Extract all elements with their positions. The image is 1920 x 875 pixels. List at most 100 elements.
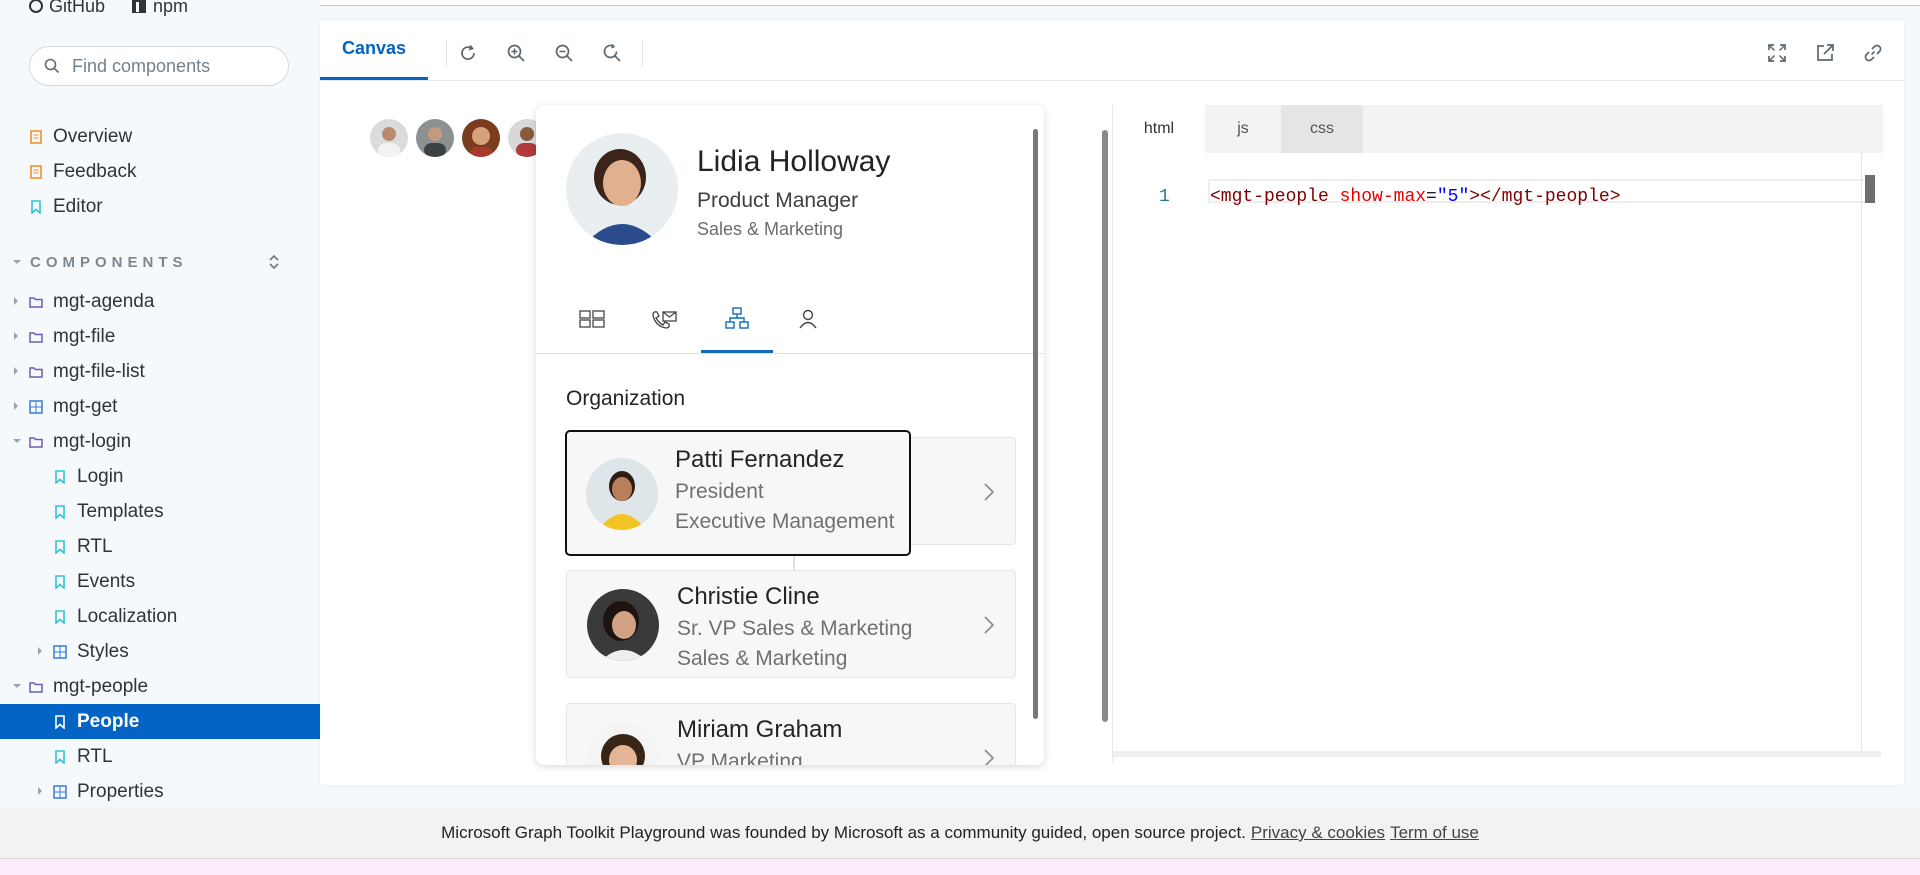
- code-area[interactable]: 1 <mgt-people show-max="5"></mgt-people>: [1113, 153, 1873, 753]
- tree-item-label: People: [77, 710, 140, 732]
- editor-overview-ruler: [1861, 153, 1862, 753]
- tab-profile[interactable]: [772, 285, 844, 353]
- tree-item-label: mgt-agenda: [53, 290, 155, 312]
- editor-horizontal-scrollbar[interactable]: [1113, 751, 1881, 757]
- tab-contact[interactable]: [628, 285, 700, 353]
- remount-button[interactable]: [455, 40, 481, 66]
- code-equals: =: [1426, 187, 1437, 207]
- tree-item-label: Localization: [77, 605, 178, 627]
- copy-link-button[interactable]: [1860, 40, 1886, 66]
- tree-item-templates[interactable]: Templates: [0, 494, 320, 529]
- org-person-title: Sr. VP Sales & Marketing: [677, 617, 913, 640]
- search-box[interactable]: [29, 46, 289, 86]
- fullscreen-button[interactable]: [1764, 40, 1790, 66]
- tree-item-people[interactable]: People: [0, 704, 320, 739]
- org-person-manager[interactable]: Patti Fernandez President Executive Mana…: [565, 430, 911, 556]
- avatar[interactable]: [368, 117, 410, 159]
- person-title: Product Manager: [697, 189, 859, 212]
- sidebar-item-overview[interactable]: Overview: [0, 119, 320, 154]
- bookmark-icon: [55, 504, 65, 519]
- tree-item-rtl-people[interactable]: RTL: [0, 739, 320, 774]
- sidebar-item-editor[interactable]: Editor: [0, 189, 320, 224]
- tree-item-mgt-people[interactable]: mgt-people: [0, 669, 320, 704]
- avatar[interactable]: [460, 117, 502, 159]
- github-link[interactable]: GitHub: [29, 0, 105, 16]
- tab-overview[interactable]: [556, 285, 628, 353]
- folder-icon: [29, 436, 43, 448]
- org-person-name: Christie Cline: [677, 583, 820, 610]
- splitter-handle[interactable]: [1102, 130, 1108, 722]
- card-scrollbar[interactable]: [1033, 129, 1038, 719]
- tree-item-label: Properties: [77, 780, 164, 802]
- tree-item-localization[interactable]: Localization: [0, 599, 320, 634]
- code-attribute: show-max: [1328, 187, 1427, 207]
- person-icon: [799, 309, 817, 329]
- code-line[interactable]: <mgt-people show-max="5"></mgt-people>: [1210, 187, 1621, 207]
- preview-canvas: Lidia Holloway Product Manager Sales & M…: [320, 101, 1110, 765]
- org-person-title: President: [675, 480, 764, 503]
- document-icon: [30, 129, 42, 144]
- tab-css[interactable]: css: [1281, 105, 1363, 153]
- zoom-in-icon: [507, 44, 525, 62]
- tab-canvas[interactable]: Canvas: [320, 20, 428, 80]
- tab-js[interactable]: js: [1207, 105, 1279, 153]
- zoom-out-icon: [555, 44, 573, 62]
- sidebar: GitHub npm Overview Feedback Editor COMP…: [0, 0, 320, 808]
- bookmark-icon: [55, 714, 65, 729]
- avatar[interactable]: [414, 117, 456, 159]
- zoom-reset-button[interactable]: [599, 40, 625, 66]
- tree-item-label: mgt-login: [53, 430, 132, 452]
- tree-item-label: Templates: [77, 500, 164, 522]
- zoom-in-button[interactable]: [503, 40, 529, 66]
- tree-item-label: RTL: [77, 745, 113, 767]
- bookmark-icon: [55, 574, 65, 589]
- tree-item-mgt-agenda[interactable]: mgt-agenda: [0, 284, 320, 319]
- refresh-icon: [461, 44, 475, 60]
- tree-item-styles[interactable]: Styles: [0, 634, 320, 669]
- tree-item-label: RTL: [77, 535, 113, 557]
- npm-link[interactable]: npm: [131, 0, 188, 16]
- tab-organization[interactable]: [701, 285, 773, 353]
- org-person-row[interactable]: Christie Cline Sr. VP Sales & Marketing …: [566, 570, 1016, 678]
- tree-item-mgt-login[interactable]: mgt-login: [0, 424, 320, 459]
- tree-item-label: Events: [77, 570, 136, 592]
- bookmark-icon: [55, 469, 65, 484]
- zoom-out-button[interactable]: [551, 40, 577, 66]
- tree-item-rtl[interactable]: RTL: [0, 529, 320, 564]
- tree-item-properties[interactable]: Properties: [0, 774, 320, 808]
- search-icon: [44, 58, 60, 74]
- chevron-right-icon: [38, 647, 42, 655]
- chevron-down-icon: [13, 260, 21, 264]
- tree-item-mgt-get[interactable]: mgt-get: [0, 389, 320, 424]
- tree-item-login[interactable]: Login: [0, 459, 320, 494]
- overview-icon: [579, 310, 605, 328]
- people-avatars[interactable]: [368, 117, 552, 159]
- org-person-row[interactable]: Miriam Graham VP Marketing: [566, 703, 1016, 765]
- open-new-tab-button[interactable]: [1812, 40, 1838, 66]
- tree-item-mgt-file[interactable]: mgt-file: [0, 319, 320, 354]
- tree-item-label: Login: [77, 465, 124, 487]
- tab-html[interactable]: html: [1113, 105, 1205, 153]
- search-input[interactable]: [70, 54, 274, 78]
- privacy-link[interactable]: Privacy & cookies: [1251, 823, 1385, 843]
- external-link-icon: [1817, 44, 1834, 61]
- toolbar-divider: [642, 40, 643, 66]
- top-links: GitHub npm: [29, 0, 188, 16]
- terms-link[interactable]: Term of use: [1390, 823, 1479, 843]
- bookmark-icon: [55, 609, 65, 624]
- tree-item-events[interactable]: Events: [0, 564, 320, 599]
- taskbar-strip: [0, 858, 1920, 875]
- tree-item-label: mgt-file: [53, 325, 116, 347]
- component-icon: [53, 644, 67, 659]
- sidebar-item-feedback[interactable]: Feedback: [0, 154, 320, 189]
- sidebar-item-label: Editor: [53, 195, 103, 217]
- person-card: Lidia Holloway Product Manager Sales & M…: [536, 105, 1044, 765]
- org-person-name: Patti Fernandez: [675, 446, 845, 473]
- expand-collapse-icon[interactable]: [268, 254, 280, 270]
- github-label: GitHub: [49, 0, 106, 16]
- footer: Microsoft Graph Toolkit Playground was f…: [0, 808, 1920, 858]
- code-close-tag: ></mgt-people>: [1469, 187, 1621, 207]
- editor-vertical-scrollbar[interactable]: [1865, 175, 1875, 203]
- code-editor: html js css 1 <mgt-people show-max="5"><…: [1112, 105, 1883, 763]
- tree-item-mgt-file-list[interactable]: mgt-file-list: [0, 354, 320, 389]
